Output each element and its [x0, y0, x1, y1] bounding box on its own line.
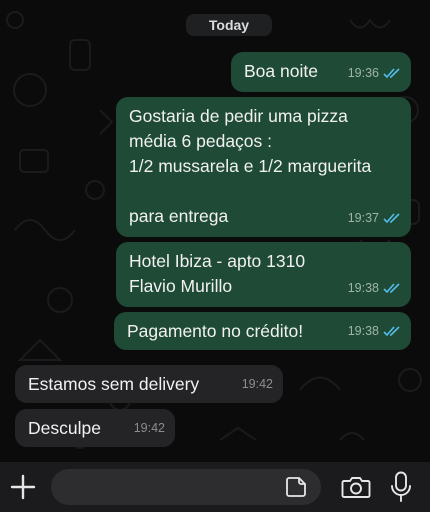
message-meta: 19:38: [348, 319, 401, 344]
message-text: Pagamento no crédito!: [127, 321, 304, 341]
message-time: 19:37: [347, 211, 379, 225]
read-receipt-icon: [383, 68, 400, 79]
read-receipt-icon: [383, 213, 400, 224]
message-time: 19:36: [347, 66, 379, 80]
read-receipt-icon: [383, 326, 400, 337]
microphone-icon[interactable]: [390, 471, 412, 503]
message-input[interactable]: [51, 469, 321, 505]
message-meta: 19:42: [242, 372, 273, 397]
outgoing-message[interactable]: Hotel Ibiza - apto 1310 Flavio Murillo 1…: [116, 242, 411, 307]
incoming-message[interactable]: Desculpe 19:42: [15, 409, 175, 447]
message-text: Hotel Ibiza - apto 1310 Flavio Murillo: [129, 251, 306, 296]
read-receipt-icon: [383, 283, 400, 294]
message-time: 19:38: [347, 324, 379, 338]
message-time: 19:42: [241, 377, 273, 391]
message-meta: 19:37: [348, 206, 401, 231]
message-meta: 19:38: [348, 276, 401, 301]
outgoing-message[interactable]: Gostaria de pedir uma pizza média 6 peda…: [116, 97, 411, 237]
sticker-icon[interactable]: [285, 476, 307, 498]
chat-screen: Today Boa noite 19:36 Gostaria de pedir …: [0, 0, 430, 512]
outgoing-message[interactable]: Boa noite 19:36: [231, 52, 411, 92]
outgoing-message[interactable]: Pagamento no crédito! 19:38: [114, 312, 411, 350]
message-meta: 19:36: [348, 61, 401, 86]
message-meta: 19:42: [134, 416, 165, 441]
message-text: Estamos sem delivery: [28, 374, 200, 394]
message-text: Boa noite: [244, 61, 318, 81]
incoming-message[interactable]: Estamos sem delivery 19:42: [15, 365, 283, 403]
message-time: 19:42: [133, 421, 165, 435]
message-composer: [0, 462, 430, 512]
camera-icon[interactable]: [341, 474, 371, 500]
plus-icon[interactable]: [10, 474, 36, 500]
message-time: 19:38: [347, 281, 379, 295]
message-text: Desculpe: [28, 418, 101, 438]
message-text: Gostaria de pedir uma pizza média 6 peda…: [129, 106, 372, 226]
date-separator: Today: [186, 14, 272, 36]
